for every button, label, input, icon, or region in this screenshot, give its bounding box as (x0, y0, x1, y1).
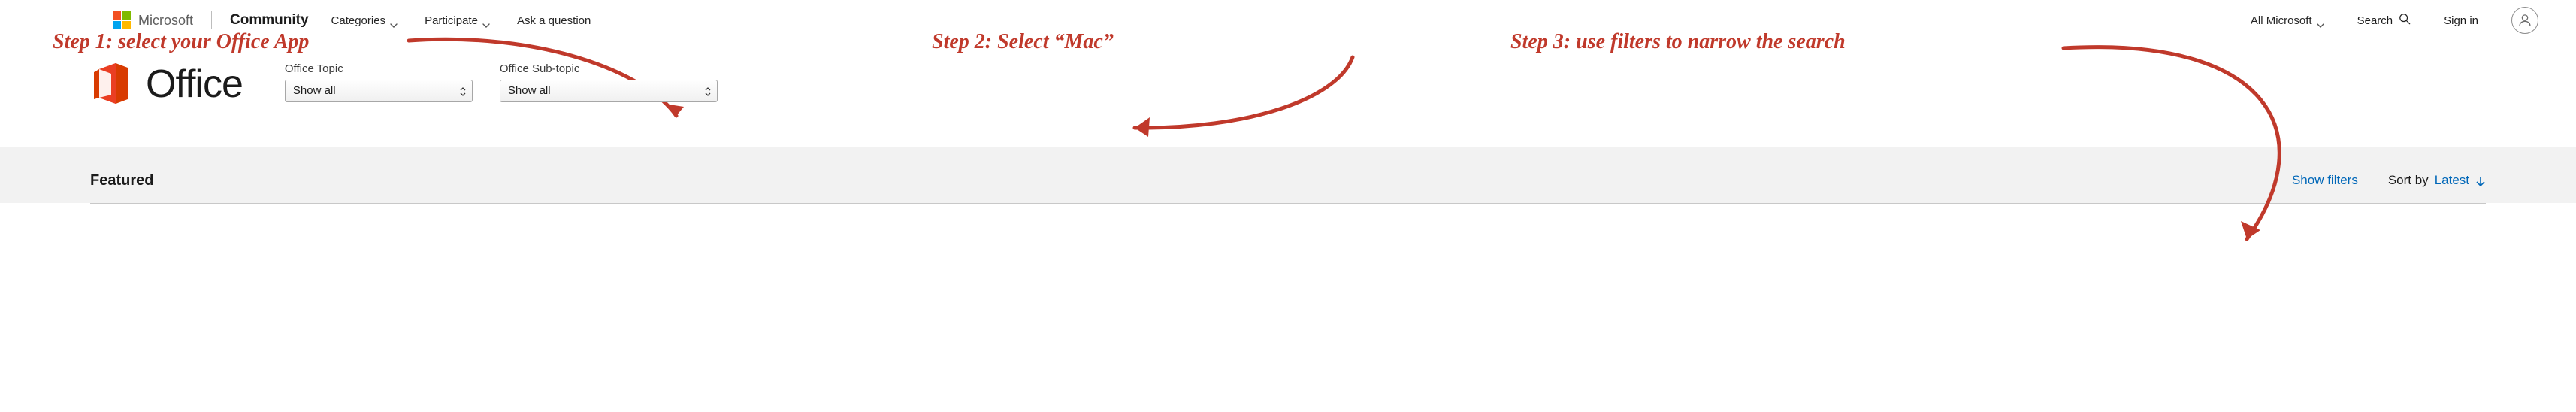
sort-by[interactable]: Sort by Latest (2388, 173, 2486, 188)
featured-divider (90, 203, 2486, 204)
office-logo-icon (90, 62, 132, 107)
nav-search[interactable]: Search (2357, 13, 2411, 28)
community-link[interactable]: Community (230, 12, 309, 29)
filter-office-topic-label: Office Topic (285, 62, 473, 75)
nav-all-microsoft-label: All Microsoft (2251, 14, 2312, 27)
microsoft-brand-label: Microsoft (138, 13, 193, 29)
office-topic-select[interactable]: Show all (285, 80, 473, 102)
filter-controls: Office Topic Show all Office Sub-topic S… (285, 62, 718, 102)
office-brand: Office (90, 62, 243, 107)
sort-arrow-down-icon (2475, 175, 2486, 186)
nav-categories[interactable]: Categories (331, 14, 398, 27)
office-subtopic-select-value: Show all (508, 84, 551, 97)
chevron-down-icon (390, 18, 398, 23)
office-topic-select-value: Show all (293, 84, 336, 97)
nav-ask-question[interactable]: Ask a question (517, 14, 591, 27)
user-avatar-icon[interactable] (2511, 7, 2538, 34)
nav-ask-question-label: Ask a question (517, 14, 591, 27)
office-subtopic-select[interactable]: Show all (500, 80, 718, 102)
microsoft-brand[interactable]: Microsoft (113, 11, 193, 29)
featured-heading: Featured (90, 172, 153, 189)
nav-participate[interactable]: Participate (425, 14, 490, 27)
featured-strip: Featured Show filters Sort by Latest (0, 147, 2576, 203)
filter-office-topic: Office Topic Show all (285, 62, 473, 102)
filter-area: Step 1: select your Office App Step 2: S… (0, 41, 2576, 147)
office-title: Office (146, 62, 243, 107)
featured-controls: Show filters Sort by Latest (2292, 173, 2486, 188)
nav-links: Categories Participate Ask a question (331, 14, 591, 27)
top-nav: Microsoft Community Categories Participa… (0, 0, 2576, 41)
select-arrows-icon (705, 86, 711, 95)
nav-search-label: Search (2357, 14, 2393, 27)
chevron-down-icon (482, 18, 490, 23)
microsoft-logo-icon (113, 11, 131, 29)
select-arrows-icon (460, 86, 466, 95)
nav-divider (211, 11, 212, 29)
search-icon (2399, 13, 2411, 28)
show-filters-link[interactable]: Show filters (2292, 173, 2358, 188)
filter-office-subtopic-label: Office Sub-topic (500, 62, 718, 75)
nav-categories-label: Categories (331, 14, 386, 27)
chevron-down-icon (2317, 18, 2324, 23)
filter-office-subtopic: Office Sub-topic Show all (500, 62, 718, 102)
nav-right: All Microsoft Search Sign in (2251, 7, 2546, 34)
nav-sign-in[interactable]: Sign in (2444, 14, 2478, 27)
nav-all-microsoft[interactable]: All Microsoft (2251, 14, 2324, 27)
nav-participate-label: Participate (425, 14, 478, 27)
sort-by-label: Sort by (2388, 173, 2429, 188)
sort-by-value: Latest (2435, 173, 2469, 188)
